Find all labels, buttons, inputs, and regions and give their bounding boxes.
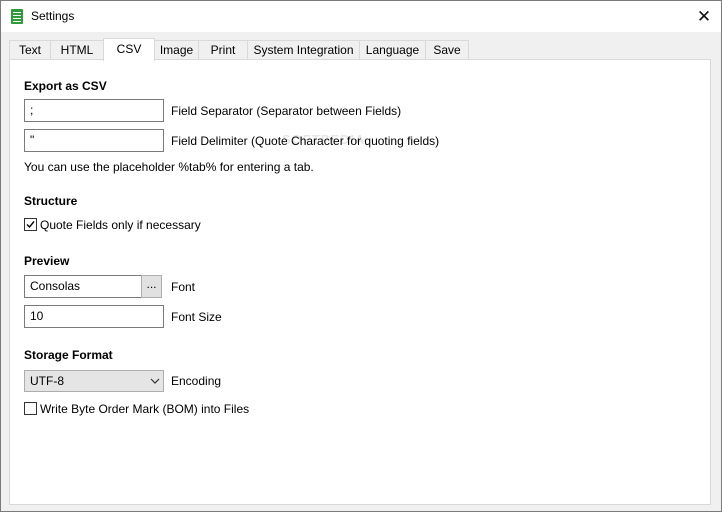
bom-checkbox[interactable] [24,402,37,415]
quote-fields-checkbox[interactable] [24,218,37,231]
font-size-label: Font Size [171,310,222,324]
quote-fields-label[interactable]: Quote Fields only if necessary [40,218,201,232]
chevron-down-icon [150,378,160,384]
tab-save[interactable]: Save [425,40,469,59]
field-separator-input[interactable]: ; [24,99,164,122]
export-csv-heading: Export as CSV [24,79,107,93]
font-input[interactable]: Consolas [24,275,142,298]
tab-system-integration[interactable]: System Integration [247,40,360,59]
encoding-label: Encoding [171,374,222,388]
app-icon [11,9,23,24]
tab-html[interactable]: HTML [50,40,104,59]
font-browse-button[interactable]: ... [141,275,162,298]
tab-language[interactable]: Language [359,40,426,59]
field-delimiter-input[interactable]: " [24,129,164,152]
encoding-select[interactable]: UTF-8 [24,370,164,392]
encoding-value: UTF-8 [30,374,64,388]
structure-heading: Structure [24,194,78,208]
tab-text[interactable]: Text [9,40,51,59]
settings-window: Settings ✕ Text HTML CSV Image Print Sys… [0,0,722,512]
tab-csv[interactable]: CSV [103,38,155,61]
preview-heading: Preview [24,254,70,268]
font-label: Font [171,280,196,294]
field-separator-label: Field Separator (Separator between Field… [171,104,402,118]
field-delimiter-label: Field Delimiter (Quote Character for quo… [171,134,440,148]
tab-print[interactable]: Print [198,40,248,59]
tab-image[interactable]: Image [154,40,199,59]
storage-format-heading: Storage Format [24,348,113,362]
tab-strip: Text HTML CSV Image Print System Integra… [9,38,713,61]
csv-settings-panel: SOFTPEDIA Export as CSV ; Field Separato… [9,59,711,505]
window-title: Settings [31,9,75,23]
close-button[interactable]: ✕ [687,1,721,32]
checkmark-icon [26,221,35,229]
placeholder-note: You can use the placeholder %tab% for en… [24,160,314,174]
title-bar: Settings ✕ [1,1,721,32]
font-size-input[interactable]: 10 [24,305,164,328]
bom-label[interactable]: Write Byte Order Mark (BOM) into Files [40,402,249,416]
